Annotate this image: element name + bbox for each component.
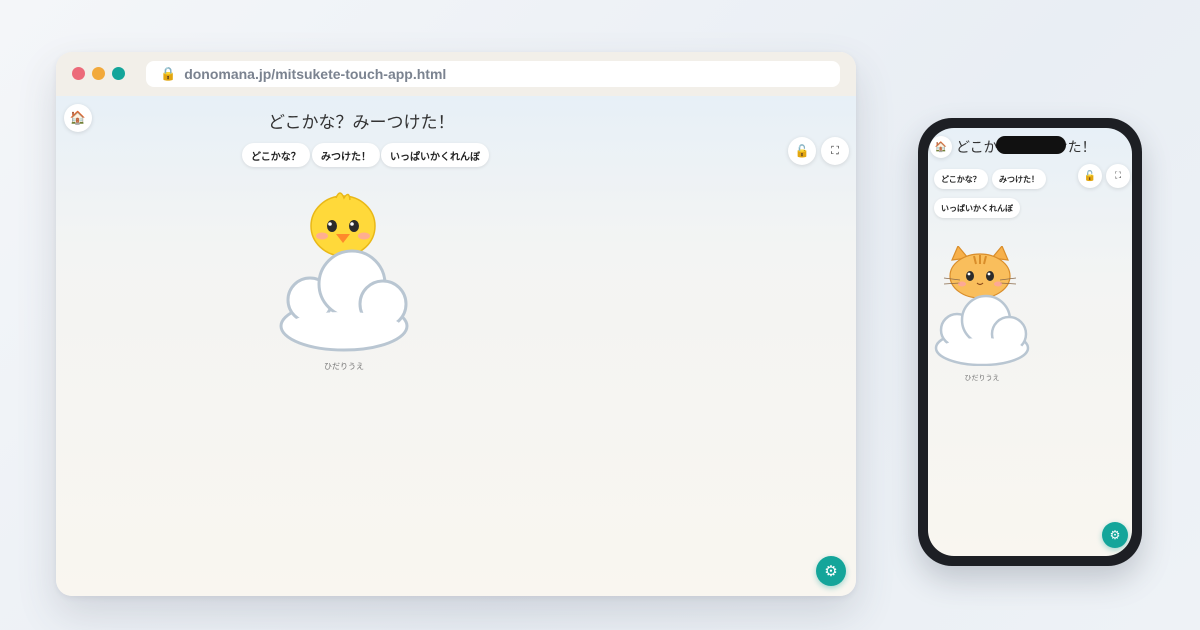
settings-button[interactable]: ⚙ bbox=[816, 556, 846, 586]
lock-button[interactable]: 🔓 bbox=[788, 137, 816, 165]
phone-mode-tab-mitsuketa[interactable]: みつけた！ bbox=[992, 169, 1046, 189]
maximize-window-button[interactable] bbox=[112, 67, 125, 80]
phone-home-button[interactable]: 🏠 bbox=[930, 136, 952, 158]
close-window-button[interactable] bbox=[72, 67, 85, 80]
lock-icon: 🔒 bbox=[160, 66, 177, 82]
gear-icon: ⚙ bbox=[824, 562, 838, 580]
cloud-cover[interactable] bbox=[934, 294, 1030, 366]
phone-screen: 🏠 どこかなみーつけた！ どこかな？ みつけた！ いっぱいかくれんぼ 🔓 ⛶ bbox=[928, 128, 1132, 556]
mode-tab-mitsuketa[interactable]: みつけた！ bbox=[312, 143, 380, 167]
home-button[interactable]: 🏠 bbox=[64, 104, 92, 132]
mode-tab-dokokana[interactable]: どこかな？ bbox=[242, 143, 310, 167]
unlock-icon: 🔓 bbox=[1083, 170, 1097, 182]
cloud-cover[interactable] bbox=[279, 249, 409, 352]
fullscreen-button[interactable]: ⛶ bbox=[821, 137, 849, 165]
fullscreen-icon: ⛶ bbox=[831, 144, 839, 157]
mode-tab-ippai-kakurenbo[interactable]: いっぱいかくれんぼ bbox=[381, 143, 489, 167]
home-icon: 🏠 bbox=[934, 141, 948, 153]
phone-frame: 🏠 どこかなみーつけた！ どこかな？ みつけた！ いっぱいかくれんぼ 🔓 ⛶ bbox=[918, 118, 1142, 566]
home-icon: 🏠 bbox=[69, 110, 87, 126]
hiding-spot-label: ひだりうえ bbox=[324, 362, 364, 371]
browser-window: 🔒 donomana.jp/mitsukete-touch-app.html 🏠… bbox=[56, 52, 856, 596]
unlock-icon: 🔓 bbox=[794, 144, 810, 158]
address-bar[interactable]: 🔒 donomana.jp/mitsukete-touch-app.html bbox=[146, 61, 840, 87]
gear-icon: ⚙ bbox=[1109, 528, 1121, 542]
phone-mode-tab-dokokana[interactable]: どこかな？ bbox=[934, 169, 988, 189]
fullscreen-icon: ⛶ bbox=[1114, 171, 1122, 181]
url-text: donomana.jp/mitsukete-touch-app.html bbox=[184, 66, 447, 82]
phone-mode-tab-ippai-kakurenbo[interactable]: いっぱいかくれんぼ bbox=[934, 198, 1020, 218]
browser-chrome: 🔒 donomana.jp/mitsukete-touch-app.html bbox=[56, 52, 856, 96]
phone-hiding-spot-label: ひだりうえ bbox=[964, 374, 1000, 382]
phone-hiding-spot[interactable] bbox=[930, 246, 1030, 366]
minimize-window-button[interactable] bbox=[92, 67, 105, 80]
phone-settings-button[interactable]: ⚙ bbox=[1102, 522, 1128, 548]
phone-fullscreen-button[interactable]: ⛶ bbox=[1106, 164, 1130, 188]
page-title: どこかな？みーつけた！ bbox=[268, 113, 455, 133]
phone-lock-button[interactable]: 🔓 bbox=[1078, 164, 1102, 188]
hiding-spot-top-left[interactable] bbox=[276, 188, 416, 358]
app-viewport: 🏠 どこかな？みーつけた！ どこかな？ みつけた！ いっぱいかくれんぼ 🔓 ⛶ bbox=[56, 96, 856, 596]
cat-character[interactable] bbox=[943, 246, 1017, 299]
dynamic-island bbox=[996, 136, 1066, 154]
chick-character[interactable] bbox=[310, 192, 376, 257]
